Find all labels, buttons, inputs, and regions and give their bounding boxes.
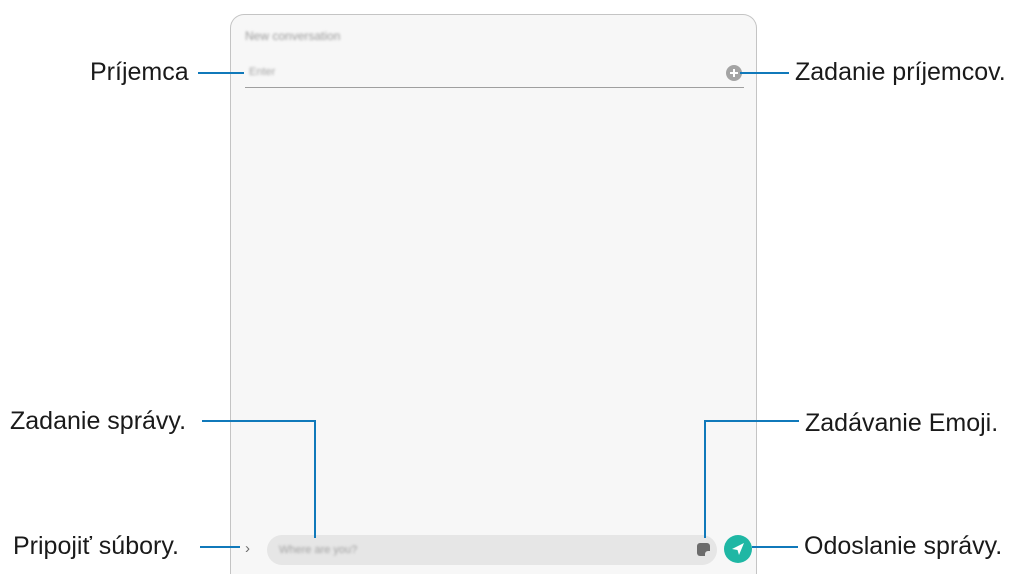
screen-title: New conversation: [245, 29, 341, 43]
callout-line-recipient: [198, 72, 244, 74]
expand-arrow-icon[interactable]: ›: [245, 541, 250, 557]
recipient-row: Enter: [245, 61, 744, 88]
recipient-input[interactable]: Enter: [249, 66, 275, 78]
callout-line-send-message: [752, 546, 798, 548]
send-button[interactable]: [724, 535, 752, 563]
callout-enter-message: Zadanie správy.: [10, 407, 187, 435]
message-placeholder: Where are you?: [279, 544, 358, 556]
callout-recipient: Príjemca: [90, 58, 189, 86]
send-icon: [732, 543, 744, 555]
message-input[interactable]: Where are you?: [267, 535, 717, 565]
callout-line-enter-emoji-v: [704, 420, 706, 538]
phone-screen: New conversation Enter › Where are you?: [230, 14, 757, 574]
callout-line-enter-emoji-h: [704, 420, 799, 422]
callout-attach-files: Pripojiť súbory.: [13, 532, 179, 560]
message-bar: › Where are you?: [231, 531, 758, 567]
callout-line-attach-files: [200, 546, 240, 548]
callout-line-add-recipients: [740, 72, 789, 74]
callout-line-enter-message-v: [314, 420, 316, 538]
callout-enter-emoji: Zadávanie Emoji.: [805, 409, 999, 437]
callout-send-message: Odoslanie správy.: [804, 532, 1003, 560]
callout-line-enter-message-h: [202, 420, 315, 422]
callout-add-recipients: Zadanie príjemcov.: [795, 58, 1006, 86]
sticker-icon[interactable]: [697, 543, 710, 556]
